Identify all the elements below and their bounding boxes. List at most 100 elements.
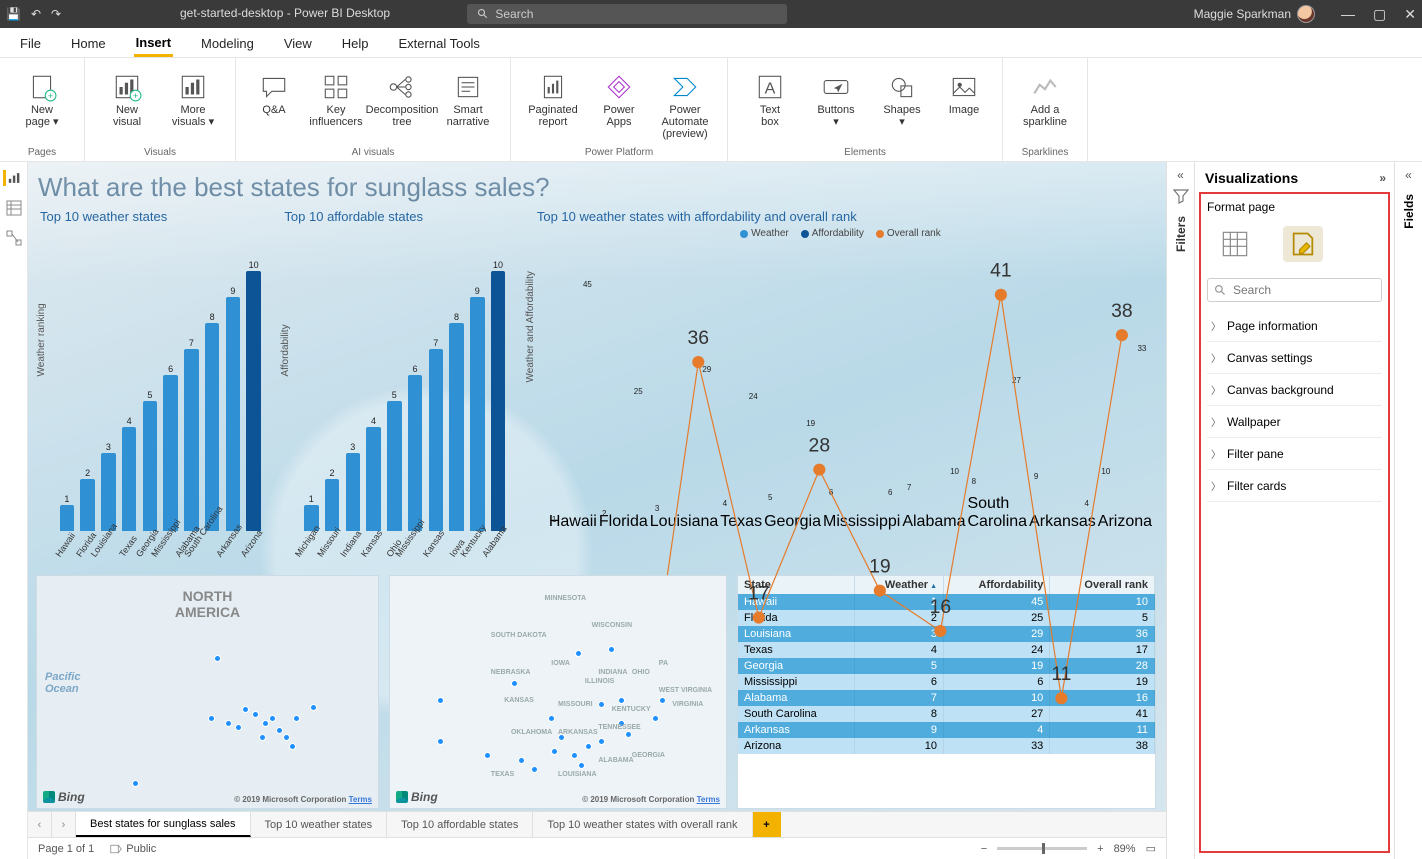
map-marker[interactable]: [551, 748, 558, 755]
save-icon[interactable]: 💾: [6, 7, 21, 21]
table-row[interactable]: Louisiana32936: [738, 626, 1155, 642]
map-marker[interactable]: [252, 711, 259, 718]
map-marker[interactable]: [283, 734, 290, 741]
map-marker[interactable]: [598, 701, 605, 708]
table-row[interactable]: Georgia51928: [738, 658, 1155, 674]
add-sparkline-button[interactable]: Add asparkline: [1013, 64, 1077, 128]
pag-report-button[interactable]: Paginatedreport: [521, 64, 585, 128]
bar[interactable]: 1Hawaii: [58, 494, 76, 531]
fit-page-icon[interactable]: ▭: [1146, 842, 1156, 855]
map-marker[interactable]: [208, 715, 215, 722]
zoom-slider[interactable]: [997, 847, 1087, 850]
image-button[interactable]: Image: [936, 64, 992, 116]
format-section-filter-pane[interactable]: 〉Filter pane: [1207, 438, 1382, 470]
smart-narr-button[interactable]: Smartnarrative: [436, 64, 500, 128]
tab-prev[interactable]: ‹: [28, 812, 52, 837]
map-marker[interactable]: [310, 704, 317, 711]
format-section-canvas-settings[interactable]: 〉Canvas settings: [1207, 342, 1382, 374]
menu-tab-file[interactable]: File: [18, 30, 43, 55]
map-marker[interactable]: [293, 715, 300, 722]
table-row[interactable]: Mississippi6619: [738, 674, 1155, 690]
map-marker[interactable]: [598, 738, 605, 745]
map-marker[interactable]: [575, 650, 582, 657]
bar-group[interactable]: 424Texas: [718, 241, 762, 531]
map-marker[interactable]: [578, 762, 585, 769]
col-header[interactable]: Weather▲: [855, 576, 944, 594]
col-header[interactable]: State: [738, 576, 855, 594]
map-marker[interactable]: [242, 706, 249, 713]
map-marker[interactable]: [259, 734, 266, 741]
expand-filters[interactable]: «: [1177, 168, 1184, 182]
data-view-button[interactable]: [5, 200, 23, 216]
bar-group[interactable]: 94Arkansas: [1027, 241, 1096, 531]
bar[interactable]: 8Iowa: [448, 312, 466, 531]
bar[interactable]: 4Kansas: [365, 416, 383, 531]
map-marker[interactable]: [132, 780, 139, 787]
redo-icon[interactable]: ↷: [51, 7, 61, 21]
key-inf-button[interactable]: Keyinfluencers: [304, 64, 368, 128]
map-marker[interactable]: [571, 752, 578, 759]
tab-next[interactable]: ›: [52, 812, 76, 837]
bar[interactable]: 9Kentucky: [468, 286, 486, 531]
bar[interactable]: 9Arkansas: [224, 286, 242, 531]
terms-link[interactable]: Terms: [697, 795, 720, 804]
fields-label[interactable]: Fields: [1402, 194, 1416, 229]
menu-tab-view[interactable]: View: [282, 30, 314, 55]
zoom-in[interactable]: +: [1097, 843, 1103, 855]
bar[interactable]: 5Georgia: [141, 390, 159, 531]
shapes-button[interactable]: Shapes▾: [870, 64, 934, 128]
terms-link[interactable]: Terms: [349, 795, 372, 804]
user-name[interactable]: Maggie Sparkman: [1194, 7, 1291, 21]
undo-icon[interactable]: ↶: [31, 7, 41, 21]
map-marker[interactable]: [214, 655, 221, 662]
table-row[interactable]: South Carolina82741: [738, 706, 1155, 722]
table-row[interactable]: Arkansas9411: [738, 722, 1155, 738]
zoom-out[interactable]: −: [981, 843, 987, 855]
avatar[interactable]: [1297, 5, 1315, 23]
bar[interactable]: 2Missouri: [323, 468, 341, 531]
table-row[interactable]: Alabama71016: [738, 690, 1155, 706]
text-box-button[interactable]: ATextbox: [738, 64, 802, 128]
map-north-america[interactable]: NORTH AMERICA Pacific Ocean Bing © 2019 …: [36, 575, 379, 809]
table-row[interactable]: Texas42417: [738, 642, 1155, 658]
bar[interactable]: 7Kansas: [427, 338, 445, 531]
chart-weather-states[interactable]: Top 10 weather states Weather ranking 1H…: [36, 209, 266, 569]
map-marker[interactable]: [225, 720, 232, 727]
format-page-mode[interactable]: [1283, 226, 1323, 262]
map-marker[interactable]: [269, 715, 276, 722]
format-section-page-information[interactable]: 〉Page information: [1207, 310, 1382, 342]
expand-fields[interactable]: «: [1405, 168, 1412, 182]
bar[interactable]: 7Alabama: [183, 338, 201, 531]
chart-affordable-states[interactable]: Top 10 affordable states Affordability 1…: [280, 209, 510, 569]
map-marker[interactable]: [437, 738, 444, 745]
bar-group[interactable]: 225Florida: [597, 241, 648, 531]
model-view-button[interactable]: [5, 230, 23, 246]
bar[interactable]: 6Mississippi: [406, 364, 424, 531]
menu-tab-help[interactable]: Help: [340, 30, 371, 55]
map-marker[interactable]: [484, 752, 491, 759]
map-marker[interactable]: [548, 715, 555, 722]
bar[interactable]: 4Texas: [120, 416, 138, 531]
map-marker[interactable]: [511, 680, 518, 687]
page-tab[interactable]: Top 10 weather states: [251, 812, 388, 837]
col-header[interactable]: Affordability: [944, 576, 1050, 594]
filters-label[interactable]: Filters: [1174, 216, 1188, 252]
maximize-button[interactable]: ▢: [1373, 6, 1386, 23]
bar-group[interactable]: 519Georgia: [762, 241, 821, 531]
power-automate-button[interactable]: Power Automate(preview): [653, 64, 717, 140]
bar[interactable]: 10Alabama: [489, 260, 507, 531]
bar-group[interactable]: 1033Arizona: [1096, 241, 1152, 531]
chart-combined[interactable]: Top 10 weather states with affordability…: [525, 209, 1156, 569]
report-view-button[interactable]: [3, 170, 21, 186]
close-button[interactable]: ✕: [1404, 6, 1416, 23]
bar[interactable]: 10Arizona: [245, 260, 263, 531]
menu-tab-home[interactable]: Home: [69, 30, 108, 55]
search-box[interactable]: Search: [467, 4, 787, 24]
bar-group[interactable]: 66Mississippi: [821, 241, 900, 531]
map-marker[interactable]: [659, 697, 666, 704]
map-marker[interactable]: [289, 743, 296, 750]
bar[interactable]: 3Indiana: [344, 442, 362, 531]
bar-group[interactable]: 710Alabama: [900, 241, 965, 531]
bar[interactable]: 6Mississippi: [162, 364, 180, 531]
minimize-button[interactable]: —: [1341, 6, 1355, 23]
